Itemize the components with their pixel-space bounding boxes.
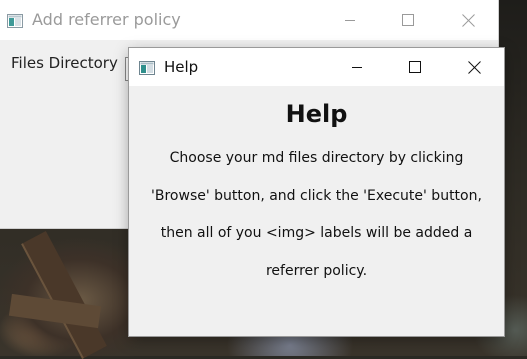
close-button[interactable] <box>445 0 491 40</box>
close-icon <box>467 60 481 74</box>
window-app-icon <box>139 60 155 75</box>
help-heading: Help <box>285 100 348 128</box>
maximize-icon <box>402 14 414 26</box>
maximize-icon <box>409 61 421 73</box>
maximize-button[interactable] <box>385 0 431 40</box>
help-text-line: referrer policy. <box>265 263 368 279</box>
wallpaper-detail <box>21 231 107 359</box>
window-app-icon <box>7 13 23 28</box>
help-maximize-button[interactable] <box>392 48 438 86</box>
minimize-button[interactable] <box>327 0 373 40</box>
wallpaper-detail <box>8 293 102 329</box>
help-text-line: Choose your md files directory by clicki… <box>169 150 464 166</box>
minimize-icon <box>352 67 362 68</box>
files-directory-label: Files Directory <box>11 54 118 72</box>
help-window-title: Help <box>164 58 199 76</box>
help-text-line: 'Browse' button, and click the 'Execute'… <box>151 188 482 204</box>
help-minimize-button[interactable] <box>334 48 380 86</box>
help-window-titlebar[interactable]: Help <box>129 48 504 86</box>
window-title: Add referrer policy <box>32 10 181 29</box>
minimize-icon <box>345 20 355 21</box>
help-window: Help Help Choose your md files directory… <box>129 48 504 336</box>
help-text-line: then all of you <img> labels will be add… <box>160 225 473 241</box>
close-icon <box>461 13 475 27</box>
main-window-titlebar[interactable]: Add referrer policy <box>0 0 498 40</box>
help-close-button[interactable] <box>451 48 497 86</box>
